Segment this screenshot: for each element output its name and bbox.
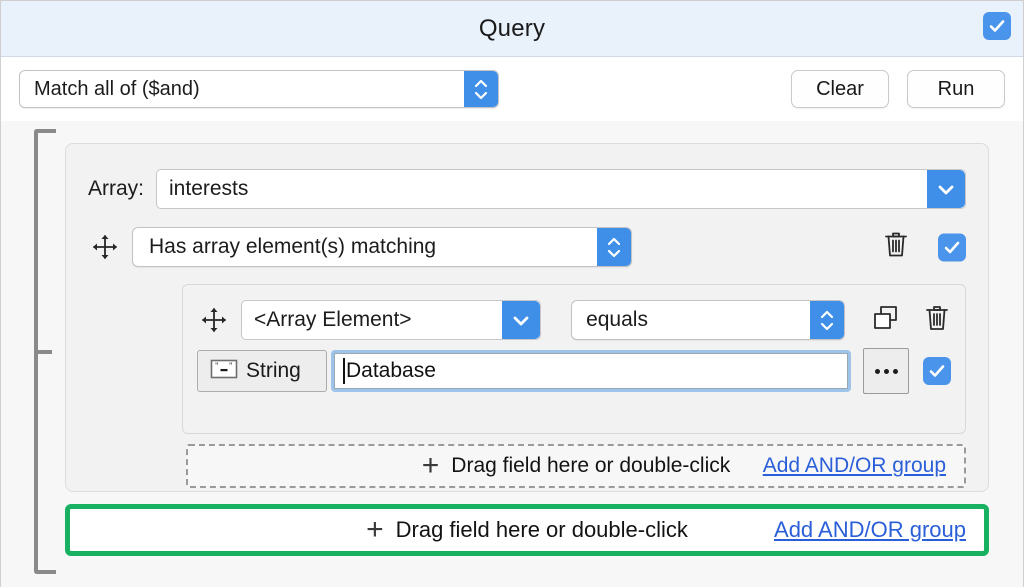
inner-dropzone-label: Drag field here or double-click bbox=[451, 454, 730, 478]
value-type-button[interactable]: " " String bbox=[197, 350, 327, 392]
plus-icon: + bbox=[366, 515, 384, 545]
chevron-down-icon[interactable] bbox=[927, 170, 965, 208]
svg-text:": " bbox=[229, 361, 233, 371]
query-builder-window: Query Match all of ($and) Clear bbox=[0, 0, 1024, 587]
match-mode-select[interactable]: Match all of ($and) bbox=[19, 70, 499, 108]
array-operator-select[interactable]: Has array element(s) matching bbox=[132, 227, 632, 267]
condition-field-row: <Array Element> equals bbox=[197, 299, 951, 341]
inner-dropzone-content: + Drag field here or double-click Add AN… bbox=[188, 446, 964, 486]
match-mode-value: Match all of ($and) bbox=[20, 78, 244, 101]
array-group-panel: Array: interests bbox=[65, 143, 989, 492]
svg-text:": " bbox=[215, 361, 219, 371]
query-body: Array: interests bbox=[1, 121, 1023, 587]
page-title: Query bbox=[479, 15, 545, 43]
condition-value-text: Database bbox=[346, 359, 436, 383]
run-button[interactable]: Run bbox=[907, 70, 1005, 108]
bottom-dropzone-content: + Drag field here or double-click Add AN… bbox=[70, 509, 984, 551]
trash-icon[interactable] bbox=[923, 303, 951, 338]
array-field-value: interests bbox=[157, 177, 294, 201]
text-caret bbox=[343, 358, 345, 384]
bottom-dropzone-label: Drag field here or double-click bbox=[396, 517, 688, 543]
array-operator-row: Has array element(s) matching bbox=[88, 226, 966, 268]
chevron-down-icon[interactable] bbox=[502, 301, 540, 339]
query-enabled-checkbox[interactable] bbox=[983, 12, 1011, 41]
array-operator-enabled-checkbox[interactable] bbox=[938, 233, 966, 261]
array-row: Array: interests bbox=[88, 168, 966, 210]
inner-add-and-or-group-link[interactable]: Add AND/OR group bbox=[763, 454, 946, 478]
condition-actions bbox=[871, 303, 951, 338]
condition-comparator-select[interactable]: equals bbox=[571, 300, 845, 340]
plus-icon: + bbox=[422, 451, 440, 481]
condition-field-select[interactable]: <Array Element> bbox=[241, 300, 541, 340]
value-type-label: String bbox=[246, 359, 301, 383]
condition-value-row: " " String Database bbox=[197, 349, 951, 393]
toolbar: Match all of ($and) Clear Run bbox=[1, 57, 1023, 121]
toolbar-buttons: Clear Run bbox=[791, 70, 1005, 108]
move-four-arrows-icon[interactable] bbox=[88, 230, 122, 264]
condition-enabled-checkbox[interactable] bbox=[923, 357, 951, 385]
checkmark-icon bbox=[983, 12, 1011, 40]
inner-dropzone[interactable]: + Drag field here or double-click Add AN… bbox=[186, 444, 966, 488]
titlebar: Query bbox=[1, 1, 1023, 57]
array-field-select[interactable]: interests bbox=[156, 169, 966, 209]
bottom-add-and-or-group-link[interactable]: Add AND/OR group bbox=[774, 517, 966, 543]
up-down-chevrons-icon[interactable] bbox=[810, 301, 844, 339]
clear-button[interactable]: Clear bbox=[791, 70, 889, 108]
ellipsis-dot bbox=[875, 369, 880, 374]
condition-field-value: <Array Element> bbox=[242, 308, 458, 332]
ellipsis-dot bbox=[884, 369, 889, 374]
condition-comparator-value: equals bbox=[572, 308, 692, 332]
array-operator-actions bbox=[882, 230, 966, 265]
ellipsis-dot bbox=[893, 369, 898, 374]
value-more-button[interactable] bbox=[863, 348, 909, 394]
condition-value-input[interactable]: Database bbox=[331, 350, 851, 392]
array-field-label: Array: bbox=[88, 177, 144, 201]
array-operator-value: Has array element(s) matching bbox=[133, 235, 480, 259]
up-down-chevrons-icon[interactable] bbox=[597, 228, 631, 266]
move-four-arrows-icon[interactable] bbox=[197, 303, 231, 337]
trash-icon[interactable] bbox=[882, 230, 910, 265]
condition-panel: <Array Element> equals bbox=[182, 284, 966, 434]
up-down-chevrons-icon[interactable] bbox=[464, 71, 498, 107]
string-type-icon: " " bbox=[210, 358, 238, 385]
condition-value-inner[interactable]: Database bbox=[334, 353, 848, 389]
bottom-dropzone[interactable]: + Drag field here or double-click Add AN… bbox=[65, 504, 989, 556]
duplicate-icon[interactable] bbox=[871, 304, 901, 337]
outer-group-bracket bbox=[34, 129, 56, 574]
